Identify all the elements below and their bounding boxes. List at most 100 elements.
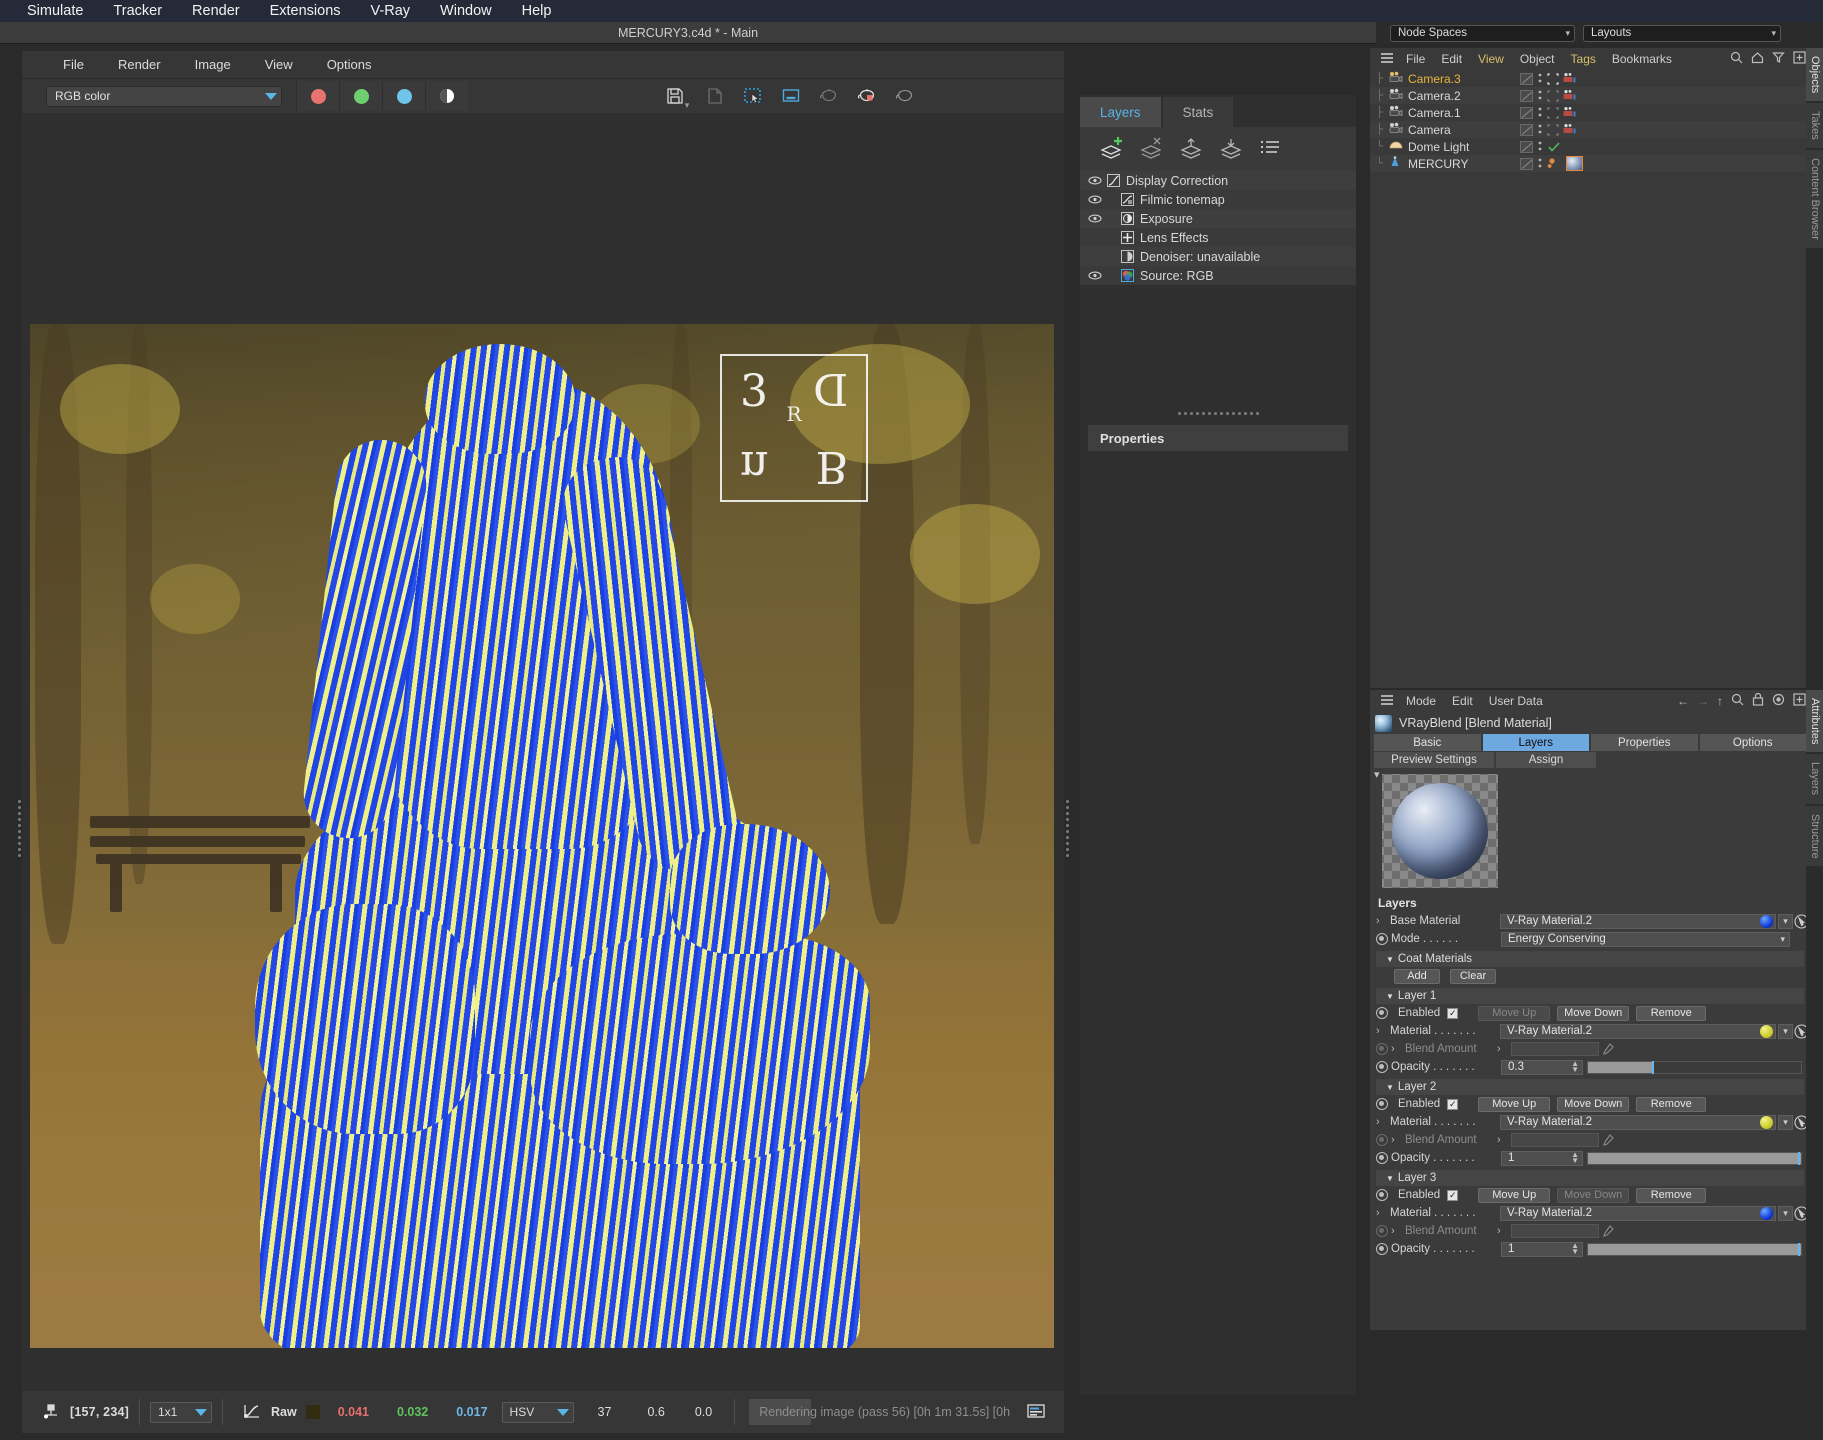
filter-icon[interactable] bbox=[1768, 51, 1789, 67]
layer-row-filmic-tonemap[interactable]: Filmic tonemap bbox=[1080, 190, 1356, 209]
teapot-button[interactable] bbox=[810, 81, 848, 111]
render-log-button[interactable] bbox=[1014, 1403, 1058, 1422]
save-as-button[interactable] bbox=[696, 81, 734, 111]
layer-1-material-field[interactable]: V-Ray Material.2 bbox=[1500, 1024, 1776, 1039]
active-marker-icon[interactable] bbox=[1547, 90, 1559, 102]
object-tags[interactable] bbox=[1520, 106, 1578, 119]
enabled-radio[interactable] bbox=[1376, 1007, 1388, 1019]
om-menu-object[interactable]: Object bbox=[1512, 52, 1563, 66]
om-menu-bookmarks[interactable]: Bookmarks bbox=[1604, 52, 1680, 66]
opacity-radio[interactable] bbox=[1376, 1061, 1388, 1073]
menu-item-window[interactable]: Window bbox=[425, 0, 507, 22]
picture-viewer-canvas[interactable]: 3 D R B n bbox=[22, 113, 1064, 1410]
alpha-channel-button[interactable] bbox=[425, 81, 468, 111]
active-marker-icon[interactable] bbox=[1547, 107, 1559, 119]
hamburger-icon[interactable] bbox=[1376, 694, 1398, 709]
layer-1-move-down-button[interactable]: Move Down bbox=[1557, 1006, 1629, 1021]
stepper-arrows-icon[interactable]: ▲▼ bbox=[1571, 1061, 1582, 1073]
green-channel-button[interactable] bbox=[339, 81, 382, 111]
layer-1-opacity-input[interactable]: 0.3 ▲▼ bbox=[1501, 1060, 1583, 1075]
blend-amount-radio[interactable] bbox=[1376, 1225, 1388, 1237]
tab-assign[interactable]: Assign bbox=[1496, 752, 1596, 768]
layer-3-material-field[interactable]: V-Ray Material.2 bbox=[1500, 1206, 1776, 1221]
object-tags[interactable] bbox=[1520, 156, 1583, 171]
stepper-arrows-icon[interactable]: ▲▼ bbox=[1571, 1152, 1582, 1164]
target-icon[interactable] bbox=[1768, 693, 1789, 709]
check-tag-icon[interactable] bbox=[1547, 141, 1561, 153]
am-menu-edit[interactable]: Edit bbox=[1444, 694, 1481, 708]
expand-arrow-icon[interactable]: › bbox=[1497, 1225, 1511, 1237]
tab-stats[interactable]: Stats bbox=[1163, 97, 1234, 127]
layer-2-move-down-button[interactable]: Move Down bbox=[1557, 1097, 1629, 1112]
node-spaces-dropdown[interactable]: Node Spaces ▾ bbox=[1390, 25, 1575, 42]
home-icon[interactable] bbox=[1747, 51, 1768, 67]
active-marker-icon[interactable] bbox=[1547, 124, 1559, 136]
save-button[interactable]: ▾ bbox=[658, 81, 696, 111]
tab-basic[interactable]: Basic bbox=[1374, 734, 1481, 751]
left-splitter-grip[interactable] bbox=[14, 793, 24, 863]
expand-arrow-icon[interactable]: › bbox=[1376, 1207, 1390, 1219]
menu-item-extensions[interactable]: Extensions bbox=[255, 0, 356, 22]
layer-2-opacity-slider[interactable] bbox=[1587, 1152, 1802, 1165]
pv-menu-image[interactable]: Image bbox=[178, 51, 248, 79]
base-material-dropdown[interactable]: ▾ bbox=[1778, 914, 1793, 929]
vtab-content-browser[interactable]: Content Browser bbox=[1806, 150, 1823, 248]
object-tags[interactable] bbox=[1520, 140, 1561, 153]
visibility-dots-icon[interactable] bbox=[1536, 157, 1544, 170]
om-menu-file[interactable]: File bbox=[1398, 52, 1433, 66]
layer-3-blend-amount-field[interactable] bbox=[1511, 1224, 1599, 1238]
object-row-camera-1[interactable]: ├ Camera.1 bbox=[1370, 104, 1810, 121]
hamburger-icon[interactable] bbox=[1376, 52, 1398, 67]
camera-tag-icon[interactable] bbox=[1562, 72, 1578, 85]
tab-options[interactable]: Options bbox=[1700, 734, 1807, 751]
layer-row-denoiser[interactable]: Denoiser: unavailable bbox=[1080, 247, 1356, 266]
layer-2-move-up-button[interactable]: Move Up bbox=[1478, 1097, 1550, 1112]
rendered-image[interactable]: 3 D R B n bbox=[30, 324, 1054, 1348]
eyedropper-icon[interactable] bbox=[1599, 1224, 1616, 1239]
search-icon[interactable] bbox=[1727, 693, 1748, 709]
opacity-radio[interactable] bbox=[1376, 1243, 1388, 1255]
layer-3-remove-button[interactable]: Remove bbox=[1636, 1188, 1706, 1203]
pv-menu-options[interactable]: Options bbox=[310, 51, 389, 79]
layer-row-display-correction[interactable]: Display Correction bbox=[1080, 171, 1356, 190]
layer-1-material-dropdown[interactable]: ▾ bbox=[1778, 1024, 1793, 1039]
eyedropper-icon[interactable] bbox=[1599, 1042, 1616, 1057]
layer-2-opacity-input[interactable]: 1 ▲▼ bbox=[1501, 1151, 1583, 1166]
object-row-mercury[interactable]: └ MERCURY bbox=[1370, 155, 1810, 172]
expand-arrow-icon[interactable]: › bbox=[1391, 1225, 1405, 1237]
visibility-dots-icon[interactable] bbox=[1536, 72, 1544, 85]
menu-item-vray[interactable]: V-Ray bbox=[356, 0, 426, 22]
display-tag-icon[interactable] bbox=[1520, 90, 1533, 102]
layer-1-opacity-slider[interactable] bbox=[1587, 1061, 1802, 1074]
layer-row-exposure[interactable]: Exposure bbox=[1080, 209, 1356, 228]
expand-arrow-icon[interactable]: › bbox=[1497, 1043, 1511, 1055]
layouts-dropdown[interactable]: Layouts ▾ bbox=[1583, 25, 1781, 42]
layer-1-remove-button[interactable]: Remove bbox=[1636, 1006, 1706, 1021]
layer-2-remove-button[interactable]: Remove bbox=[1636, 1097, 1706, 1112]
camera-tag-icon[interactable] bbox=[1562, 123, 1578, 136]
display-tag-icon[interactable] bbox=[1520, 158, 1533, 170]
display-tag-icon[interactable] bbox=[1520, 107, 1533, 119]
om-menu-view[interactable]: View bbox=[1470, 52, 1512, 66]
om-menu-tags[interactable]: Tags bbox=[1563, 52, 1604, 66]
layer-3-enabled-checkbox[interactable]: ✓ bbox=[1447, 1190, 1458, 1201]
material-dots-icon[interactable] bbox=[1547, 157, 1563, 170]
tab-layers[interactable]: Layers bbox=[1080, 97, 1161, 127]
clear-coats-button[interactable]: Clear bbox=[1450, 969, 1496, 984]
material-tag-icon[interactable] bbox=[1566, 156, 1583, 171]
duplicate-layer-button[interactable] bbox=[1174, 132, 1208, 164]
visibility-dots-icon[interactable] bbox=[1536, 123, 1544, 136]
add-layer-button[interactable] bbox=[1094, 132, 1128, 164]
om-menu-edit[interactable]: Edit bbox=[1433, 52, 1470, 66]
tab-layers[interactable]: Layers bbox=[1483, 734, 1590, 751]
visibility-toggle[interactable] bbox=[1084, 214, 1106, 223]
object-tags[interactable] bbox=[1520, 72, 1578, 85]
stepper-arrows-icon[interactable]: ▲▼ bbox=[1571, 1243, 1582, 1255]
up-arrow-icon[interactable]: ↑ bbox=[1713, 694, 1727, 708]
blue-channel-button[interactable] bbox=[382, 81, 425, 111]
camera-tag-icon[interactable] bbox=[1562, 106, 1578, 119]
camera-tag-icon[interactable] bbox=[1562, 89, 1578, 102]
coat-layer-1-group[interactable]: ▼ Layer 1 bbox=[1376, 988, 1804, 1004]
vtab-attributes[interactable]: Attributes bbox=[1806, 690, 1823, 752]
base-material-field[interactable]: V-Ray Material.2 bbox=[1500, 914, 1776, 929]
